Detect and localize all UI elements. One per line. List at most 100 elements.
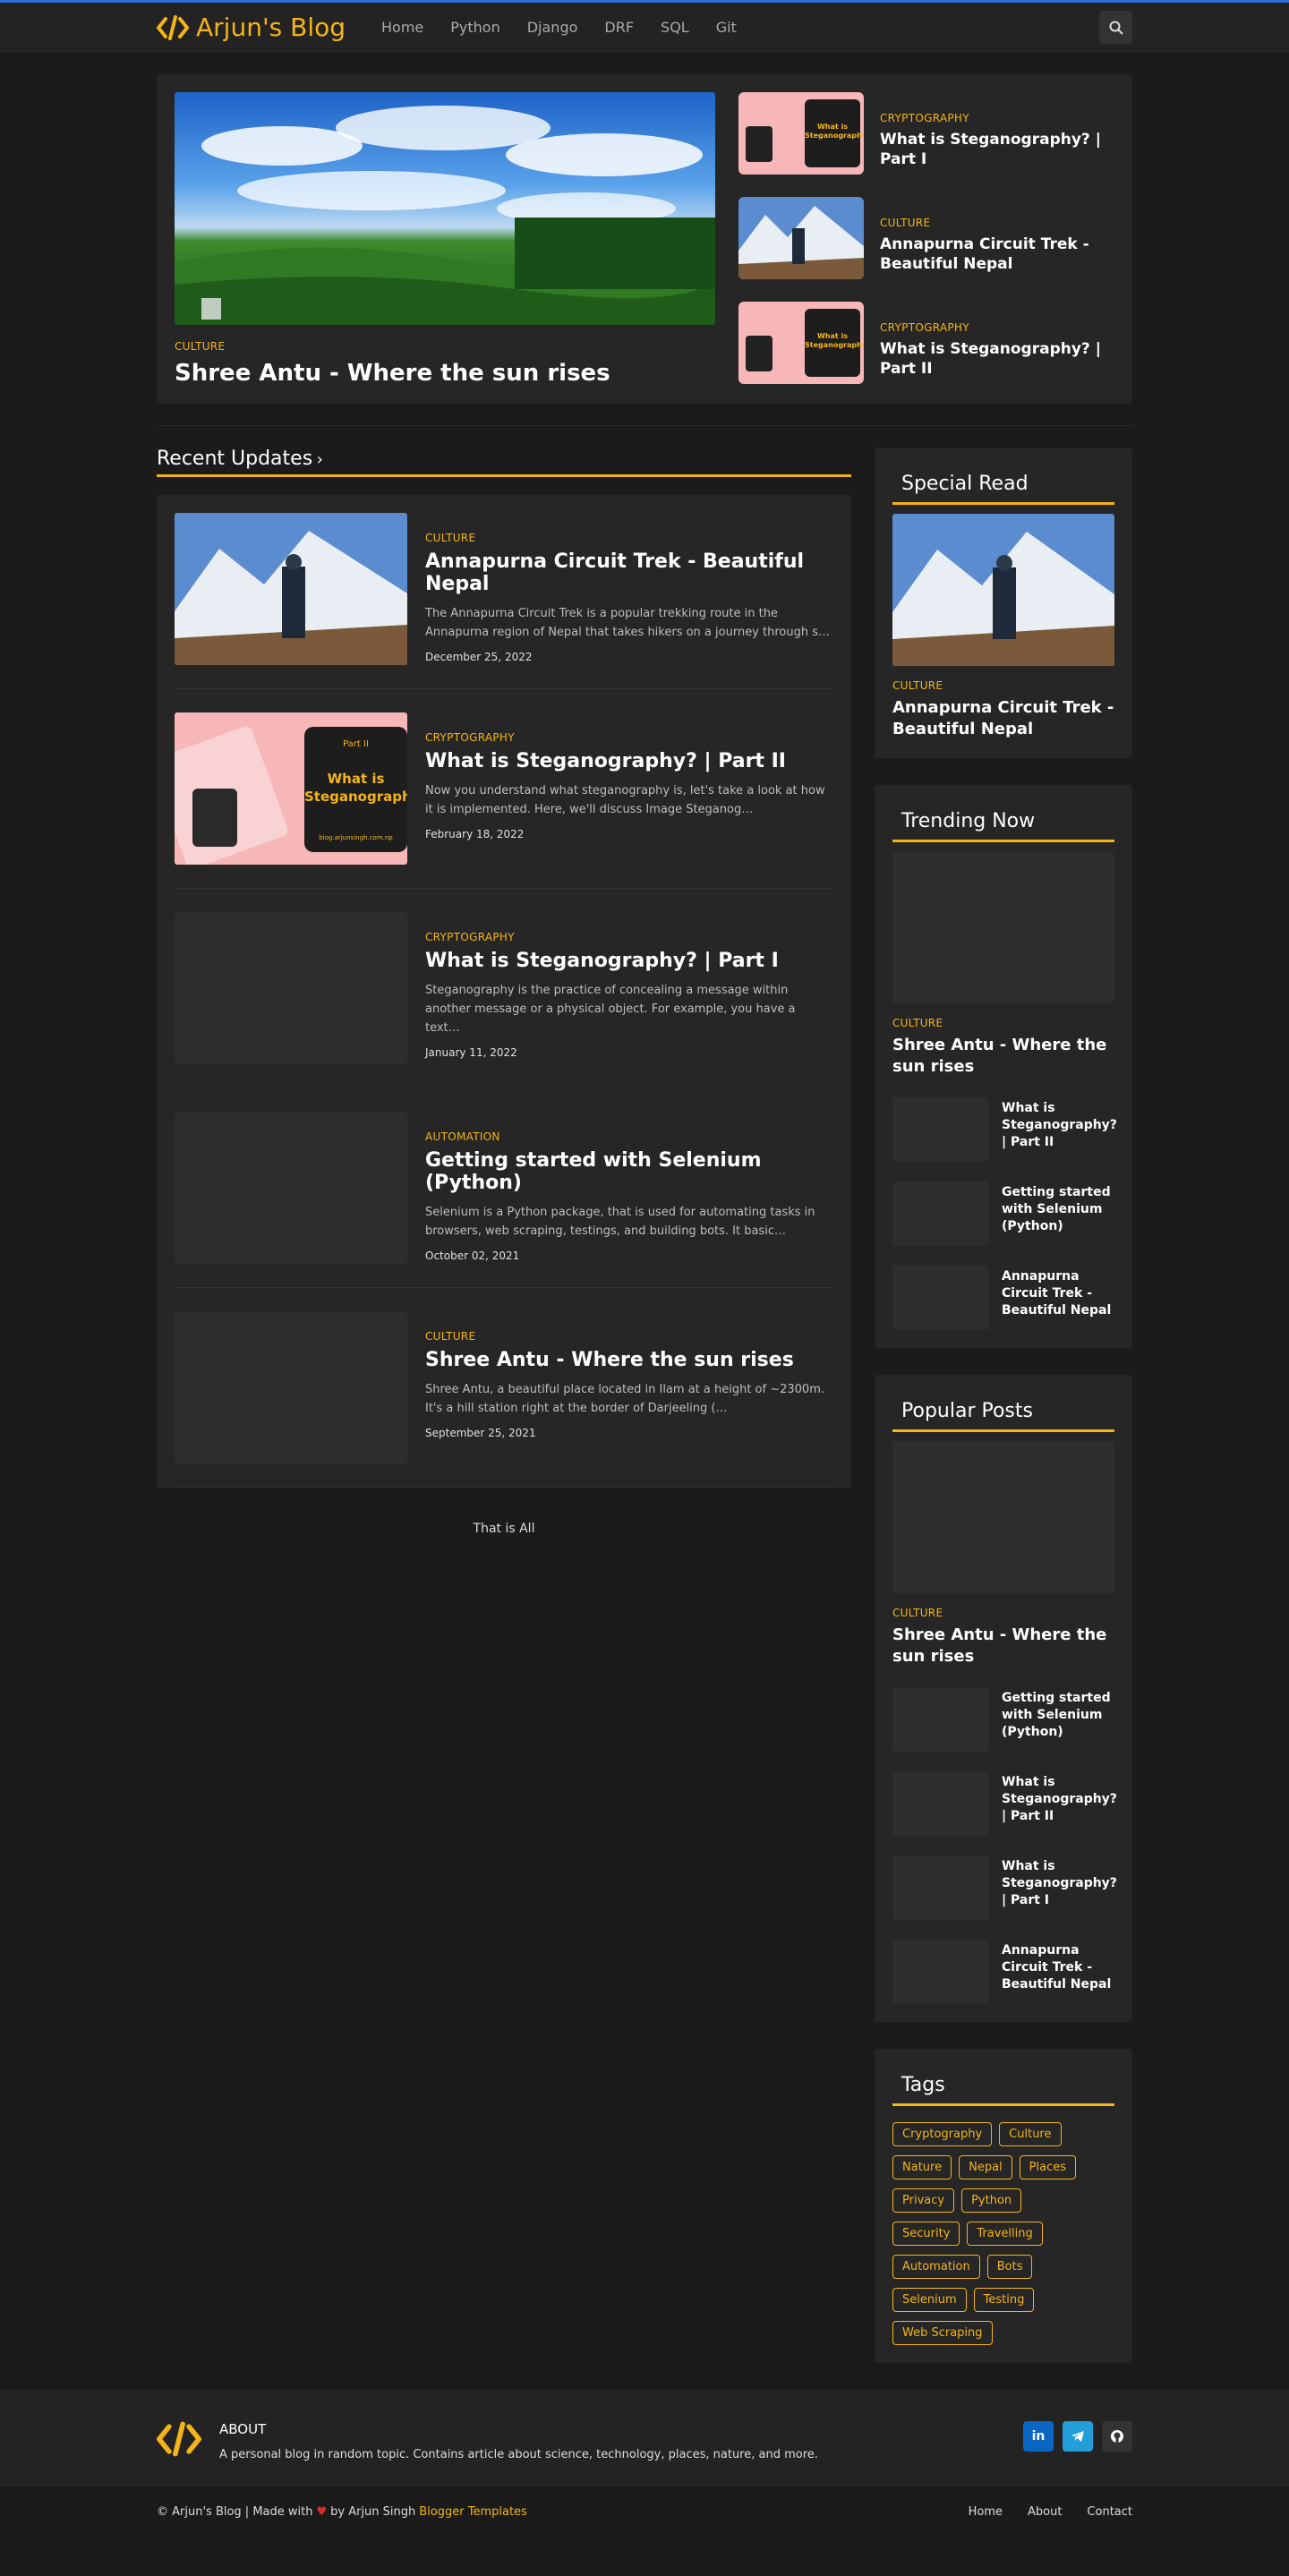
trending-thumb[interactable] bbox=[892, 1266, 989, 1330]
telegram-icon[interactable] bbox=[1063, 2421, 1093, 2452]
tag-selenium[interactable]: Selenium bbox=[892, 2288, 967, 2312]
brand-name: Arjun's Blog bbox=[196, 13, 346, 42]
nav-link-git[interactable]: Git bbox=[716, 19, 737, 36]
trending-item[interactable]: Getting started with Selenium (Python) bbox=[892, 1181, 1114, 1246]
side-title[interactable]: What is Steganography? | Part II bbox=[880, 339, 1114, 379]
steganography-thumb[interactable]: What is Steganography bbox=[738, 92, 864, 175]
tag-security[interactable]: Security bbox=[892, 2222, 960, 2246]
heart-icon: ♥ bbox=[316, 2504, 328, 2519]
nav-link-django[interactable]: Django bbox=[527, 19, 578, 36]
popular-featured-title[interactable]: Shree Antu - Where the sun rises bbox=[892, 1625, 1114, 1668]
brand-logo[interactable]: Arjun's Blog bbox=[157, 13, 346, 42]
tag-nature[interactable]: Nature bbox=[892, 2155, 952, 2179]
popular-item[interactable]: What is Steganography? | Part II bbox=[892, 1771, 1117, 1836]
trending-thumb[interactable] bbox=[892, 1181, 989, 1246]
post-title[interactable]: Getting started with Selenium (Python) bbox=[425, 1149, 833, 1194]
popular-item-title[interactable]: Getting started with Selenium (Python) bbox=[1002, 1690, 1114, 1741]
nav-link-python[interactable]: Python bbox=[450, 19, 499, 36]
side-title[interactable]: What is Steganography? | Part I bbox=[880, 130, 1114, 169]
popular-thumb[interactable] bbox=[892, 1855, 989, 1920]
nav-link-sql[interactable]: SQL bbox=[661, 19, 689, 36]
hero-side-post[interactable]: What is Steganography CRYPTOGRAPHY What … bbox=[738, 302, 1114, 384]
popular-featured-image[interactable] bbox=[892, 1441, 1114, 1593]
post-category[interactable]: CRYPTOGRAPHY bbox=[425, 731, 515, 744]
post-thumbnail[interactable] bbox=[175, 1311, 407, 1463]
post-category[interactable]: AUTOMATION bbox=[425, 1130, 500, 1143]
post-category[interactable]: CULTURE bbox=[425, 532, 475, 544]
linkedin-icon[interactable]: in bbox=[1023, 2421, 1054, 2452]
trending-featured-title[interactable]: Shree Antu - Where the sun rises bbox=[892, 1035, 1114, 1078]
popular-item-title[interactable]: What is Steganography? | Part II bbox=[1002, 1774, 1117, 1825]
tag-places[interactable]: Places bbox=[1019, 2155, 1076, 2179]
popular-thumb[interactable] bbox=[892, 1771, 989, 1836]
github-icon[interactable] bbox=[1102, 2421, 1132, 2452]
trending-item-title[interactable]: What is Steganography? | Part II bbox=[1002, 1100, 1117, 1151]
popular-thumb[interactable] bbox=[892, 1940, 989, 2004]
recent-updates-header: Recent Updates › bbox=[157, 448, 851, 477]
nav-link-home[interactable]: Home bbox=[381, 19, 423, 36]
recent-updates-title[interactable]: Recent Updates bbox=[157, 448, 312, 470]
hero-featured-post[interactable]: CULTURE Shree Antu - Where the sun rises bbox=[175, 92, 715, 387]
footer-link-contact[interactable]: Contact bbox=[1087, 2505, 1132, 2519]
side-category[interactable]: CRYPTOGRAPHY bbox=[880, 321, 1114, 334]
popular-category[interactable]: CULTURE bbox=[892, 1607, 1114, 1619]
trending-thumb[interactable] bbox=[892, 1097, 989, 1162]
social-links: in bbox=[1023, 2421, 1132, 2452]
tag-culture[interactable]: Culture bbox=[999, 2122, 1062, 2146]
popular-item[interactable]: Annapurna Circuit Trek - Beautiful Nepal bbox=[892, 1940, 1114, 2004]
footer-link-about[interactable]: About bbox=[1028, 2505, 1062, 2519]
side-title[interactable]: Annapurna Circuit Trek - Beautiful Nepal bbox=[880, 235, 1114, 274]
post-category[interactable]: CRYPTOGRAPHY bbox=[425, 931, 515, 943]
tag-automation[interactable]: Automation bbox=[892, 2255, 980, 2279]
blogger-templates-link[interactable]: Blogger Templates bbox=[419, 2505, 527, 2519]
chevron-right-icon[interactable]: › bbox=[317, 450, 323, 469]
popular-posts-widget: Popular Posts CULTURE Shree Antu - Where… bbox=[875, 1375, 1132, 2022]
post-thumbnail[interactable] bbox=[175, 1112, 407, 1264]
search-button[interactable] bbox=[1099, 11, 1132, 44]
tag-web-scraping[interactable]: Web Scraping bbox=[892, 2321, 993, 2345]
tag-python[interactable]: Python bbox=[961, 2188, 1022, 2213]
tags-widget: Tags Cryptography Culture Nature Nepal P… bbox=[875, 2049, 1132, 2363]
post-title[interactable]: Annapurna Circuit Trek - Beautiful Nepal bbox=[425, 550, 833, 595]
post-title[interactable]: What is Steganography? | Part I bbox=[425, 950, 833, 972]
mountain-thumb[interactable] bbox=[738, 197, 864, 279]
post-thumbnail[interactable]: Part II What is Steganography blog.arjun… bbox=[175, 712, 407, 865]
trending-item[interactable]: What is Steganography? | Part II bbox=[892, 1097, 1117, 1162]
post-title[interactable]: What is Steganography? | Part II bbox=[425, 750, 833, 772]
trending-item-title[interactable]: Annapurna Circuit Trek - Beautiful Nepal bbox=[1002, 1268, 1114, 1319]
special-read-image[interactable] bbox=[892, 514, 1114, 666]
hero-category[interactable]: CULTURE bbox=[175, 340, 715, 353]
tag-testing[interactable]: Testing bbox=[973, 2288, 1035, 2312]
side-category[interactable]: CRYPTOGRAPHY bbox=[880, 112, 1114, 124]
steganography-thumb[interactable]: What is Steganography bbox=[738, 302, 864, 384]
nav-link-drf[interactable]: DRF bbox=[604, 19, 634, 36]
tag-privacy[interactable]: Privacy bbox=[892, 2188, 955, 2213]
side-category[interactable]: CULTURE bbox=[880, 217, 1114, 229]
popular-thumb[interactable] bbox=[892, 1687, 989, 1752]
post-category[interactable]: CULTURE bbox=[425, 1330, 475, 1343]
footer-link-home[interactable]: Home bbox=[969, 2505, 1003, 2519]
hero-image[interactable] bbox=[175, 92, 715, 325]
trending-item-title[interactable]: Getting started with Selenium (Python) bbox=[1002, 1184, 1114, 1235]
special-read-title[interactable]: Annapurna Circuit Trek - Beautiful Nepal bbox=[892, 697, 1114, 740]
popular-item[interactable]: Getting started with Selenium (Python) bbox=[892, 1687, 1114, 1752]
popular-item-title[interactable]: Annapurna Circuit Trek - Beautiful Nepal bbox=[1002, 1942, 1114, 1993]
tag-cryptography[interactable]: Cryptography bbox=[892, 2122, 993, 2146]
tag-travelling[interactable]: Travelling bbox=[967, 2222, 1043, 2246]
popular-item[interactable]: What is Steganography? | Part I bbox=[892, 1855, 1117, 1920]
post-title[interactable]: Shree Antu - Where the sun rises bbox=[425, 1349, 833, 1371]
special-read-category[interactable]: CULTURE bbox=[892, 679, 1114, 692]
post-thumbnail[interactable] bbox=[175, 912, 407, 1064]
tag-bots[interactable]: Bots bbox=[986, 2255, 1033, 2279]
hero-side-post[interactable]: What is Steganography CRYPTOGRAPHY What … bbox=[738, 92, 1114, 175]
trending-featured-image[interactable] bbox=[892, 851, 1114, 1003]
tag-nepal[interactable]: Nepal bbox=[959, 2155, 1012, 2179]
post-thumbnail[interactable] bbox=[175, 513, 407, 665]
trending-category[interactable]: CULTURE bbox=[892, 1017, 1114, 1029]
end-of-list-text: That is All bbox=[473, 1522, 535, 1536]
popular-item-title[interactable]: What is Steganography? | Part I bbox=[1002, 1858, 1117, 1909]
hero-side-post[interactable]: CULTURE Annapurna Circuit Trek - Beautif… bbox=[738, 197, 1114, 279]
post-excerpt: Now you understand what steganography is… bbox=[425, 784, 825, 816]
trending-item[interactable]: Annapurna Circuit Trek - Beautiful Nepal bbox=[892, 1266, 1114, 1330]
hero-title[interactable]: Shree Antu - Where the sun rises bbox=[175, 360, 715, 387]
